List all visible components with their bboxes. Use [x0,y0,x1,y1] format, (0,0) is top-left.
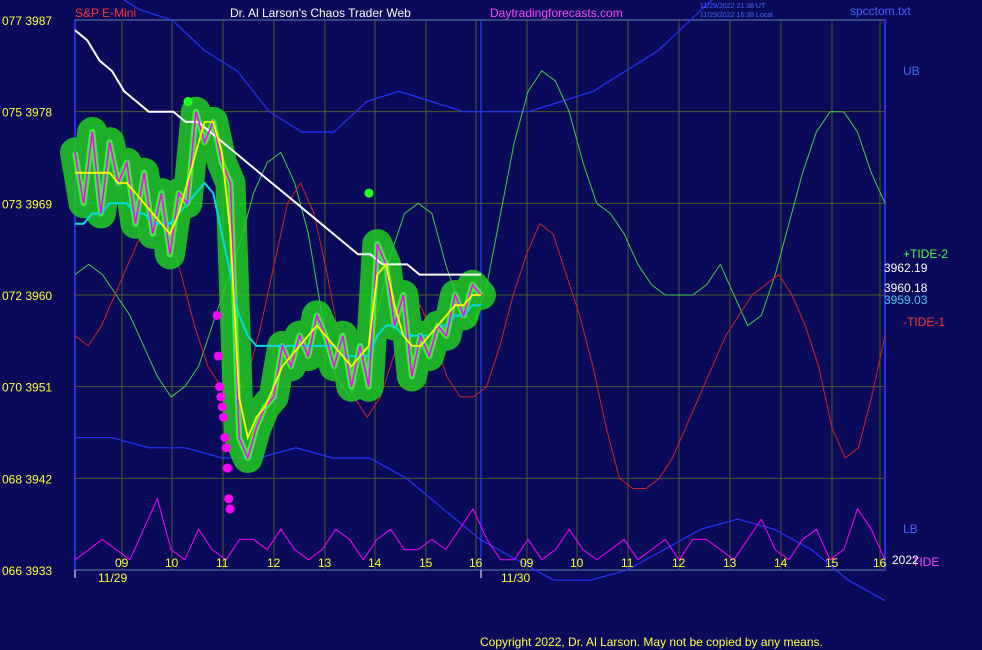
y-tick-label: 070 3951 [2,381,52,395]
chart-canvas: 077 3987 075 3978 073 3969 072 3960 070 3951… [2,0,948,649]
magenta-marker [213,351,223,361]
magenta-marker [216,392,226,402]
magenta-marker [220,433,230,443]
x-tick-label: 09 [115,556,129,570]
date-label: 11/30 [501,571,530,585]
magenta-marker [225,504,235,514]
magenta-marker [221,443,231,453]
tide-minus-line [74,181,886,489]
year-label: 2022 [892,553,919,567]
chart-title: Dr. Al Larson's Chaos Trader Web [230,6,411,20]
magenta-marker [222,463,232,473]
ub-label: UB [903,64,920,78]
x-tick-label: 16 [469,556,483,570]
x-tick-label: 16 [873,556,887,570]
y-tick-label: 075 3978 [2,106,52,120]
x-tick-label: 13 [318,556,332,570]
magenta-marker [215,382,225,392]
y-tick-label: 066 3933 [2,564,52,578]
x-tick-label: 10 [165,556,179,570]
copyright: Copyright 2022, Dr. Al Larson. May not b… [480,635,823,649]
tide-minus-label: -TIDE-1 [903,315,945,329]
magenta-marker [219,412,228,422]
x-tick-label: 09 [520,556,534,570]
y-tick-label: 072 3960 [2,289,52,303]
x-tick-label: 15 [419,556,433,570]
data-file: spcctom.txt [850,4,911,18]
lower-envelope-line [75,437,886,602]
series-layer [60,0,886,602]
x-tick-label: 12 [267,556,281,570]
x-tick-label: 15 [825,556,839,570]
peak-marker [183,97,193,106]
date-label: 11/29 [98,571,127,585]
y-tick-label: 073 3969 [2,197,52,211]
magenta-marker [212,310,222,320]
y-tick-label: 068 3942 [2,472,52,486]
timestamp-local: 11/29/2022 16:38 Local [700,12,773,19]
price-label: 3959.03 [884,293,928,307]
lb-label: LB [903,522,918,536]
x-tick-label: 12 [672,556,686,570]
price-label: 3962.19 [884,261,928,275]
x-tick-label: 11 [216,556,229,570]
magenta-marker [224,494,234,504]
y-tick-label: 077 3987 [2,14,52,28]
timestamp-ut: 11/29/2022 21:38 UT [700,3,766,10]
x-tick-label: 14 [774,556,788,570]
x-tick-label: 14 [368,556,382,570]
volatility-band [60,96,496,473]
tide-plus-label: +TIDE-2 [903,247,948,261]
x-tick-label: 11 [621,556,634,570]
x-tick-label: 10 [570,556,584,570]
peak-marker [364,188,374,198]
tide-oscillator-line [74,497,886,561]
x-tick-label: 13 [723,556,737,570]
magenta-marker [217,402,227,412]
site-link[interactable]: Daytradingforecasts.com [490,6,623,20]
symbol-label: S&P E-Mini [75,6,136,20]
